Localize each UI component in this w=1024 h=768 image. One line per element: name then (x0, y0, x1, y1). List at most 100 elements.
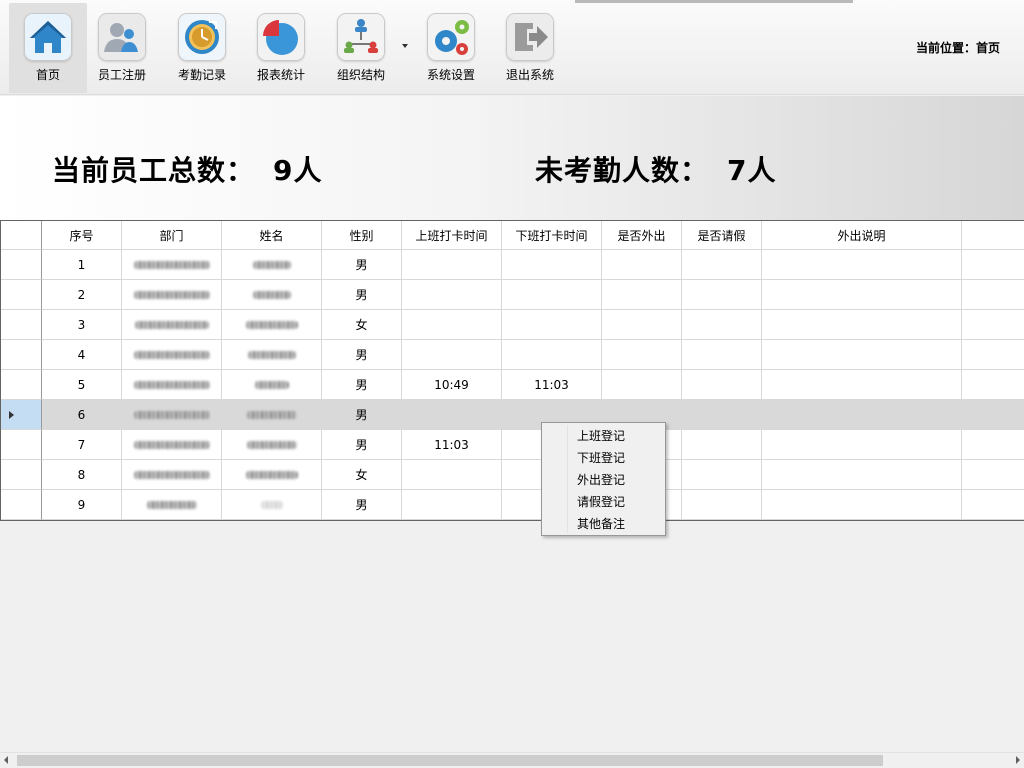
cell-clock-out[interactable] (502, 280, 602, 310)
cell-department-redacted[interactable] (122, 370, 222, 400)
scroll-left-icon[interactable] (4, 756, 8, 764)
menu-item-leave[interactable]: 请假登记 (569, 491, 663, 513)
cell-department-redacted[interactable] (122, 280, 222, 310)
cell-gender[interactable]: 男 (322, 250, 402, 280)
cell-department-redacted[interactable] (122, 430, 222, 460)
cell-name-redacted[interactable] (222, 370, 322, 400)
row-header[interactable] (1, 310, 42, 340)
cell-is-leave[interactable] (682, 490, 762, 520)
cell-out-note[interactable] (762, 280, 962, 310)
cell-name-redacted[interactable] (222, 400, 322, 430)
cell-department-redacted[interactable] (122, 490, 222, 520)
row-header[interactable] (1, 340, 42, 370)
cell-gender[interactable]: 女 (322, 460, 402, 490)
row-header[interactable] (1, 250, 42, 280)
cell-clock-out[interactable] (502, 250, 602, 280)
toolbar-employee-register-button[interactable]: 员工注册 (83, 3, 161, 93)
cell-clock-in[interactable] (402, 400, 502, 430)
cell-clock-in[interactable] (402, 280, 502, 310)
cell-clock-in[interactable] (402, 340, 502, 370)
column-header-gender[interactable]: 性别 (322, 221, 402, 250)
row-header[interactable] (1, 280, 42, 310)
column-header-leave[interactable]: 是否请假 (682, 221, 762, 250)
cell-department-redacted[interactable] (122, 340, 222, 370)
cell-is-leave[interactable] (682, 400, 762, 430)
cell-is-leave[interactable] (682, 280, 762, 310)
cell-no[interactable]: 6 (42, 400, 122, 430)
toolbar-exit-button[interactable]: 退出系统 (491, 3, 569, 93)
menu-item-go-out[interactable]: 外出登记 (569, 469, 663, 491)
cell-out-note[interactable] (762, 400, 962, 430)
cell-no[interactable]: 5 (42, 370, 122, 400)
cell-out-note[interactable] (762, 490, 962, 520)
cell-clock-in[interactable] (402, 310, 502, 340)
table-row[interactable]: 6男 (1, 400, 1024, 430)
column-header-no[interactable]: 序号 (42, 221, 122, 250)
cell-name-redacted[interactable] (222, 250, 322, 280)
toolbar-attendance-button[interactable]: 考勤记录 (163, 3, 241, 93)
toolbar-settings-button[interactable]: 系统设置 (412, 3, 490, 93)
table-row[interactable]: 5 男 10:49 11:03 (1, 370, 1024, 400)
cell-is-out[interactable] (602, 250, 682, 280)
cell-is-leave[interactable] (682, 310, 762, 340)
table-row[interactable]: 7 男 11:03 (1, 430, 1024, 460)
cell-name-redacted[interactable] (222, 280, 322, 310)
cell-is-out[interactable] (602, 280, 682, 310)
cell-department-redacted[interactable] (122, 310, 222, 340)
row-header[interactable] (1, 490, 42, 520)
cell-out-note[interactable] (762, 250, 962, 280)
column-header-name[interactable]: 姓名 (222, 221, 322, 250)
table-row[interactable]: 3女 (1, 310, 1024, 340)
cell-clock-out[interactable] (502, 310, 602, 340)
cell-name-redacted[interactable] (222, 310, 322, 340)
table-row[interactable]: 9男 (1, 490, 1024, 520)
cell-department-redacted[interactable] (122, 460, 222, 490)
cell-gender[interactable]: 男 (322, 280, 402, 310)
menu-item-clock-in[interactable]: 上班登记 (569, 425, 663, 447)
row-header[interactable] (1, 460, 42, 490)
cell-out-note[interactable] (762, 430, 962, 460)
menu-item-clock-out[interactable]: 下班登记 (569, 447, 663, 469)
toolbar-report-button[interactable]: 报表统计 (242, 3, 320, 93)
cell-clock-in[interactable]: 10:49 (402, 370, 502, 400)
cell-no[interactable]: 1 (42, 250, 122, 280)
toolbar-home-button[interactable]: 首页 (9, 3, 87, 93)
column-header-out[interactable]: 是否外出 (602, 221, 682, 250)
cell-gender[interactable]: 男 (322, 370, 402, 400)
cell-department-redacted[interactable] (122, 250, 222, 280)
cell-clock-in[interactable] (402, 490, 502, 520)
cell-is-out[interactable] (602, 310, 682, 340)
cell-out-note[interactable] (762, 460, 962, 490)
cell-is-out[interactable] (602, 340, 682, 370)
cell-clock-in[interactable] (402, 460, 502, 490)
horizontal-scrollbar[interactable] (0, 752, 1024, 768)
cell-gender[interactable]: 男 (322, 400, 402, 430)
cell-clock-in[interactable] (402, 250, 502, 280)
column-header-out-note[interactable]: 外出说明 (762, 221, 962, 250)
cell-is-leave[interactable] (682, 460, 762, 490)
cell-is-leave[interactable] (682, 370, 762, 400)
row-header[interactable] (1, 400, 42, 430)
column-header-clock-out[interactable]: 下班打卡时间 (502, 221, 602, 250)
cell-no[interactable]: 2 (42, 280, 122, 310)
scrollbar-thumb[interactable] (17, 755, 883, 766)
cell-clock-out[interactable] (502, 340, 602, 370)
cell-out-note[interactable] (762, 340, 962, 370)
cell-gender[interactable]: 男 (322, 430, 402, 460)
cell-no[interactable]: 4 (42, 340, 122, 370)
table-row[interactable]: 8女 (1, 460, 1024, 490)
cell-clock-out[interactable]: 11:03 (502, 370, 602, 400)
cell-gender[interactable]: 男 (322, 490, 402, 520)
cell-out-note[interactable] (762, 310, 962, 340)
scroll-right-icon[interactable] (1016, 756, 1020, 764)
cell-name-redacted[interactable] (222, 340, 322, 370)
row-header[interactable] (1, 430, 42, 460)
cell-no[interactable]: 9 (42, 490, 122, 520)
chevron-down-icon[interactable] (402, 44, 408, 48)
cell-name-redacted[interactable] (222, 460, 322, 490)
cell-department-redacted[interactable] (122, 400, 222, 430)
row-header[interactable] (1, 370, 42, 400)
cell-is-leave[interactable] (682, 430, 762, 460)
cell-no[interactable]: 3 (42, 310, 122, 340)
table-row[interactable]: 4男 (1, 340, 1024, 370)
